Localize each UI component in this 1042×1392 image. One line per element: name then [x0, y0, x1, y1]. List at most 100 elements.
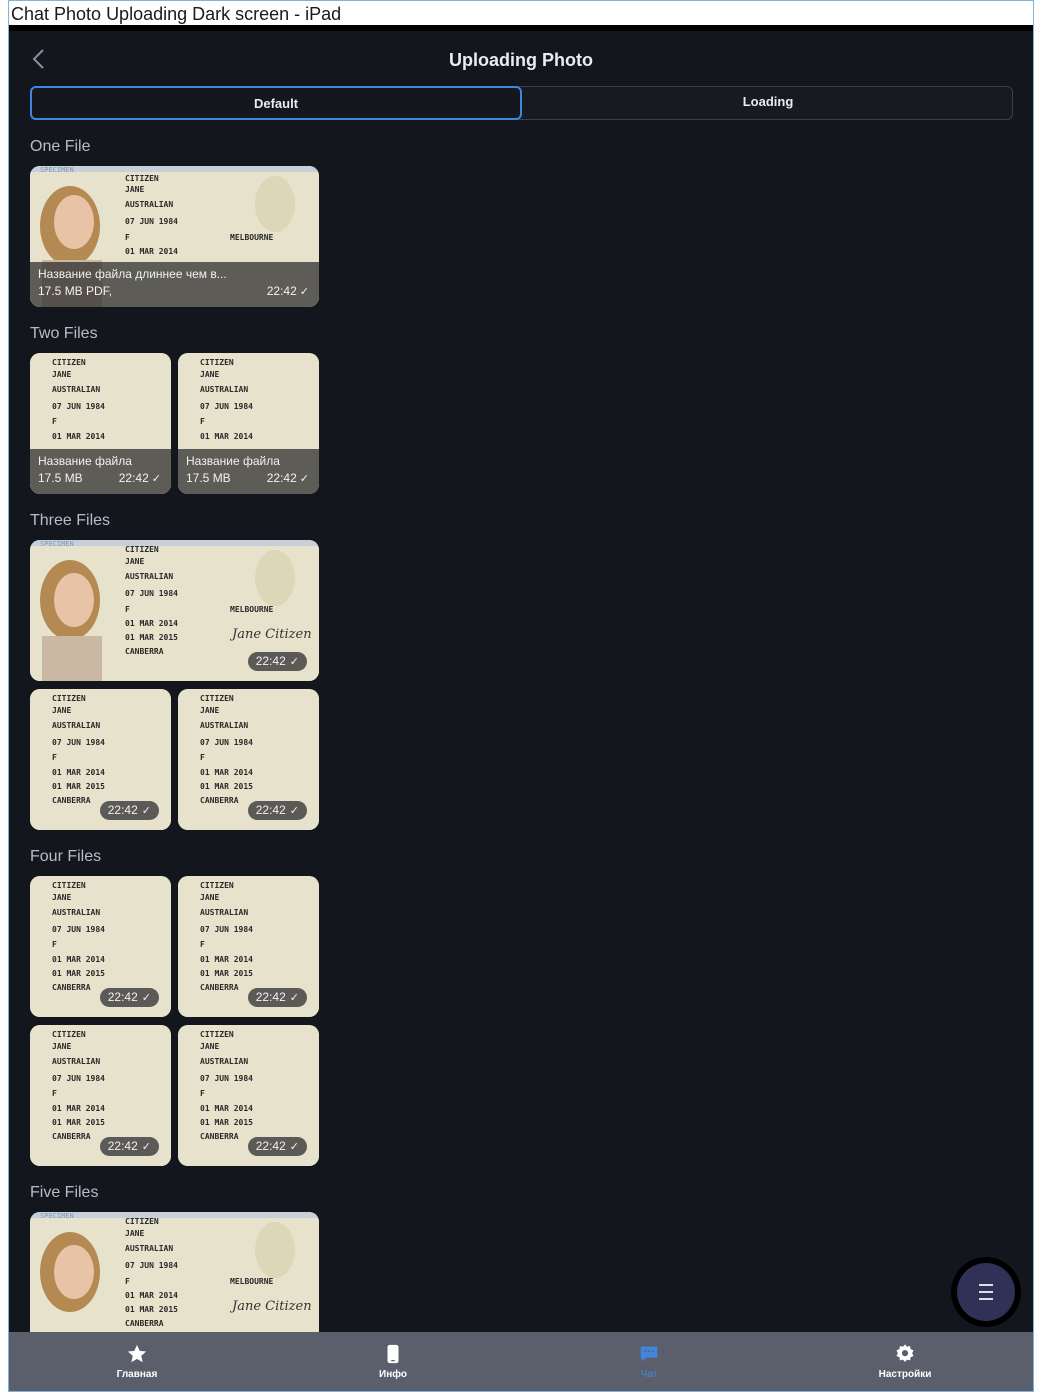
svg-text:01 MAR 2015: 01 MAR 2015 — [52, 782, 105, 791]
tab-label: Главная — [116, 1369, 158, 1380]
svg-text:F: F — [52, 940, 57, 949]
svg-text:AUSTRALIAN: AUSTRALIAN — [125, 1244, 173, 1253]
photo-message-one[interactable]: SPECIMEN CITIZEN JANE AUSTRALIAN 07 JUN … — [30, 166, 319, 307]
menu-icon — [957, 1263, 1015, 1321]
svg-text:01 MAR 2014: 01 MAR 2014 — [200, 768, 253, 777]
photo-message-four-a[interactable]: CITIZEN JANE AUSTRALIAN 07 JUN 1984 F 01… — [30, 876, 171, 1017]
tab-default[interactable]: Default — [30, 86, 522, 120]
message-time: 22:42 ✓ — [247, 652, 307, 671]
svg-text:F: F — [125, 605, 130, 614]
card-signature: Jane Citizen — [229, 627, 312, 642]
svg-text:07 JUN 1984: 07 JUN 1984 — [200, 738, 253, 747]
svg-text:CANBERRA: CANBERRA — [200, 796, 239, 805]
svg-text:AUSTRALIAN: AUSTRALIAN — [52, 1057, 100, 1066]
file-size: 17.5 MB — [38, 471, 83, 485]
check-icon: ✓ — [141, 1141, 151, 1153]
tab-settings[interactable]: Настройки — [777, 1332, 1033, 1391]
svg-text:F: F — [52, 417, 57, 426]
svg-text:SPECIMEN: SPECIMEN — [40, 1212, 74, 1220]
check-icon: ✓ — [141, 992, 151, 1004]
chat-icon — [640, 1346, 658, 1362]
svg-text:MELBOURNE: MELBOURNE — [230, 1277, 274, 1286]
photo-message-four-c[interactable]: CITIZEN JANE AUSTRALIAN 07 JUN 1984 F 01… — [30, 1025, 171, 1166]
svg-text:07 JUN 1984: 07 JUN 1984 — [52, 925, 105, 934]
svg-text:01 MAR 2014: 01 MAR 2014 — [200, 432, 253, 441]
svg-text:01 MAR 2014: 01 MAR 2014 — [52, 1104, 105, 1113]
photo-message-three-c[interactable]: CITIZEN JANE AUSTRALIAN 07 JUN 1984 F 01… — [178, 689, 319, 830]
tab-home[interactable]: Главная — [9, 1332, 265, 1391]
svg-text:SPECIMEN: SPECIMEN — [40, 540, 74, 548]
tab-label: Настройки — [878, 1369, 932, 1380]
phone-icon — [387, 1344, 399, 1364]
svg-text:01 MAR 2014: 01 MAR 2014 — [200, 955, 253, 964]
card-issued: 01 MAR 2014 — [125, 247, 178, 256]
svg-text:CITIZEN: CITIZEN — [125, 545, 159, 554]
svg-text:MELBOURNE: MELBOURNE — [230, 605, 274, 614]
svg-text:JANE: JANE — [125, 1229, 144, 1238]
gear-icon — [896, 1344, 914, 1362]
svg-text:F: F — [125, 1277, 130, 1286]
svg-text:07 JUN 1984: 07 JUN 1984 — [125, 589, 178, 598]
photo-message-four-d[interactable]: CITIZEN JANE AUSTRALIAN 07 JUN 1984 F 01… — [178, 1025, 319, 1166]
svg-text:AUSTRALIAN: AUSTRALIAN — [200, 721, 248, 730]
photo-message-three-main[interactable]: SPECIMEN CITIZEN JANE AUSTRALIAN 07 JUN … — [30, 540, 319, 681]
message-time: 22:42 ✓ — [266, 471, 309, 485]
card-place: MELBOURNE — [230, 233, 274, 242]
svg-text:CANBERRA: CANBERRA — [52, 796, 91, 805]
svg-text:AUSTRALIAN: AUSTRALIAN — [200, 1057, 248, 1066]
card-dob: 07 JUN 1984 — [125, 217, 178, 226]
svg-text:CANBERRA: CANBERRA — [125, 647, 164, 656]
tab-chat[interactable]: Чат — [521, 1332, 777, 1391]
svg-text:JANE: JANE — [125, 557, 144, 566]
svg-text:CITIZEN: CITIZEN — [125, 1217, 159, 1226]
svg-text:JANE: JANE — [200, 370, 219, 379]
svg-text:AUSTRALIAN: AUSTRALIAN — [200, 385, 248, 394]
check-icon: ✓ — [289, 992, 299, 1004]
photo-message-two-b[interactable]: CITIZEN JANE AUSTRALIAN 07 JUN 1984 F 01… — [178, 353, 319, 494]
check-icon: ✓ — [289, 656, 299, 668]
section-title-five-files: Five Files — [30, 1184, 99, 1201]
svg-text:JANE: JANE — [52, 706, 71, 715]
photo-message-two-a[interactable]: CITIZEN JANE AUSTRALIAN 07 JUN 1984 F 01… — [30, 353, 171, 494]
svg-text:CITIZEN: CITIZEN — [52, 1030, 86, 1039]
check-icon: ✓ — [289, 805, 299, 817]
check-icon: ✓ — [141, 805, 151, 817]
tab-label: Инфо — [379, 1369, 407, 1380]
photo-message-three-b[interactable]: CITIZEN JANE AUSTRALIAN 07 JUN 1984 F 01… — [30, 689, 171, 830]
svg-text:AUSTRALIAN: AUSTRALIAN — [52, 908, 100, 917]
svg-text:01 MAR 2015: 01 MAR 2015 — [125, 633, 178, 642]
file-caption: Название файла 17.5 MB 22:42 ✓ — [30, 449, 171, 494]
svg-text:01 MAR 2015: 01 MAR 2015 — [200, 969, 253, 978]
message-time: 22:42 ✓ — [99, 1137, 159, 1156]
svg-text:JANE: JANE — [52, 893, 71, 902]
svg-text:CANBERRA: CANBERRA — [125, 1319, 164, 1328]
svg-text:CITIZEN: CITIZEN — [200, 881, 234, 890]
svg-text:CITIZEN: CITIZEN — [52, 358, 86, 367]
file-name: Название файла — [186, 454, 280, 468]
check-icon: ✓ — [289, 1141, 299, 1153]
svg-text:JANE: JANE — [200, 893, 219, 902]
section-title-two-files: Two Files — [30, 325, 98, 342]
svg-text:CITIZEN: CITIZEN — [200, 358, 234, 367]
file-caption: Название файла 17.5 MB 22:42 ✓ — [178, 449, 319, 494]
svg-text:F: F — [200, 940, 205, 949]
photo-message-four-b[interactable]: CITIZEN JANE AUSTRALIAN 07 JUN 1984 F 01… — [178, 876, 319, 1017]
menu-fab-button[interactable] — [951, 1257, 1021, 1327]
svg-text:F: F — [52, 1089, 57, 1098]
message-time: 22:42 ✓ — [266, 284, 309, 298]
tab-loading[interactable]: Loading — [522, 86, 1014, 120]
svg-text:AUSTRALIAN: AUSTRALIAN — [52, 721, 100, 730]
message-time: 22:42 ✓ — [99, 801, 159, 820]
section-title-four-files: Four Files — [30, 848, 102, 865]
file-size: 17.5 MB — [186, 471, 231, 485]
section-title-three-files: Three Files — [30, 512, 111, 529]
tab-info[interactable]: Инфо — [265, 1332, 521, 1391]
svg-text:CANBERRA: CANBERRA — [52, 1132, 91, 1141]
message-time: 22:42 ✓ — [99, 988, 159, 1007]
bottom-tab-bar: Главная Инфо Чат Настройки — [9, 1332, 1033, 1391]
svg-text:01 MAR 2015: 01 MAR 2015 — [125, 1305, 178, 1314]
svg-text:01 MAR 2015: 01 MAR 2015 — [200, 1118, 253, 1127]
svg-text:CITIZEN: CITIZEN — [200, 1030, 234, 1039]
svg-text:AUSTRALIAN: AUSTRALIAN — [52, 385, 100, 394]
svg-text:07 JUN 1984: 07 JUN 1984 — [200, 402, 253, 411]
